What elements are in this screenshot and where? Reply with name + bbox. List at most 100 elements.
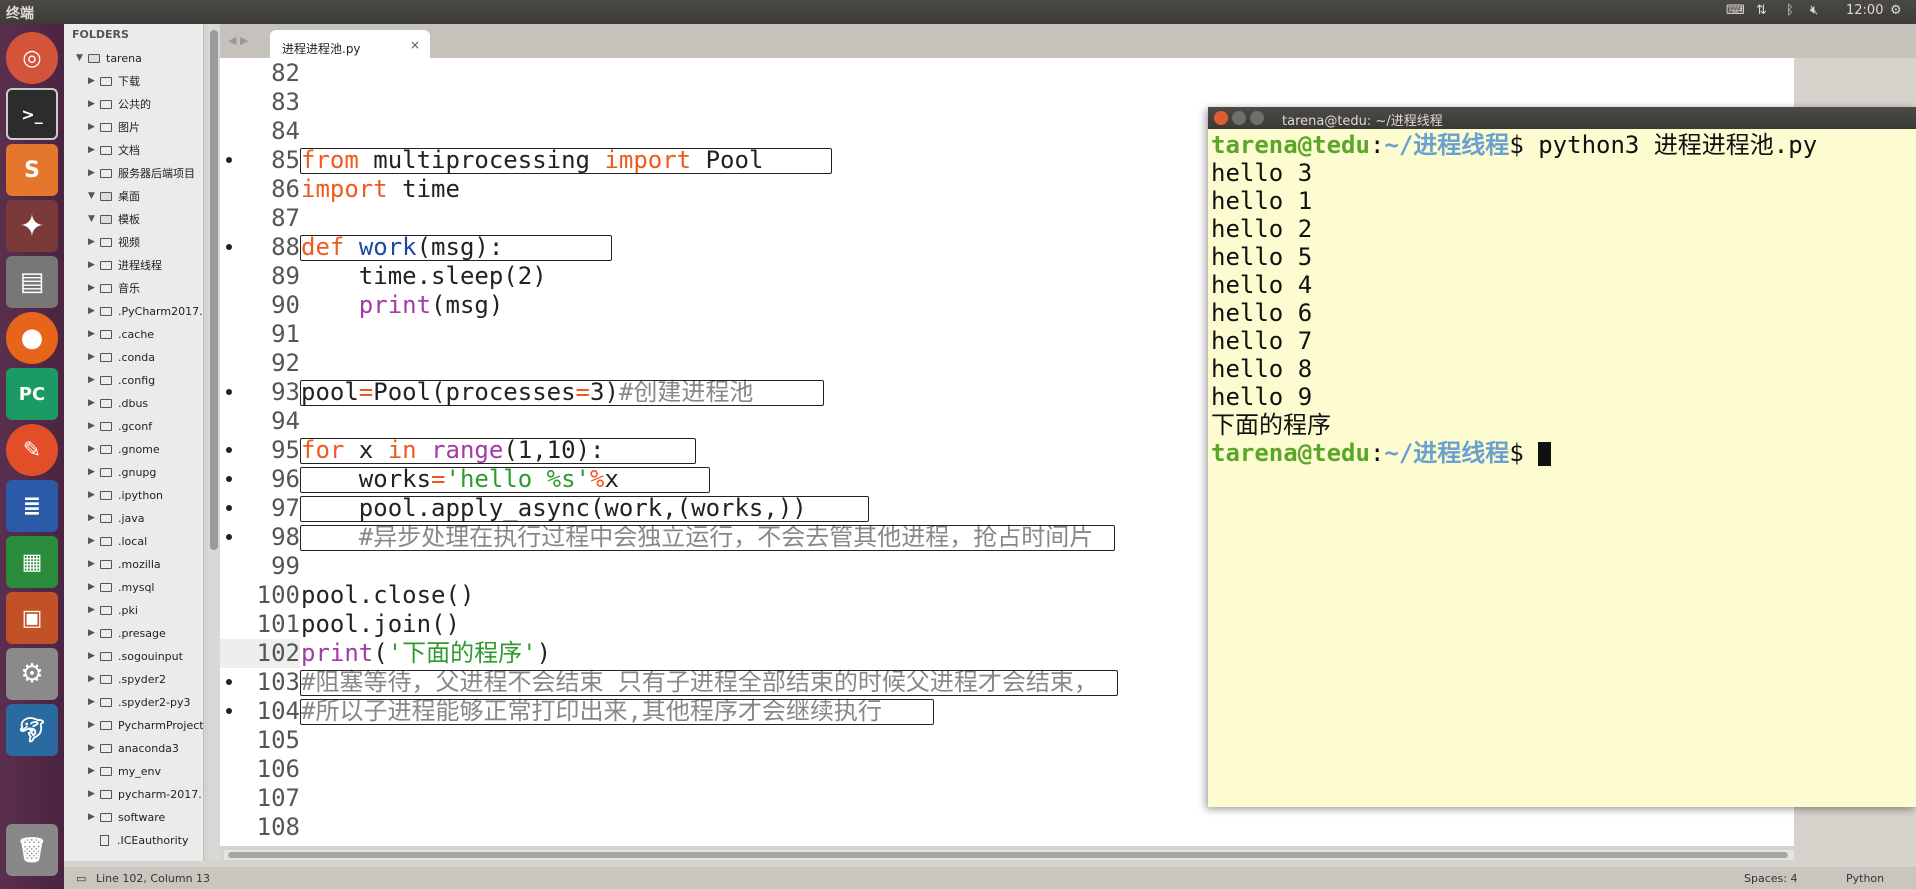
sidebar-item[interactable]: ▶ .mysql bbox=[88, 576, 155, 598]
gear-icon[interactable]: ⚙ bbox=[1890, 3, 1902, 18]
chevron-right-icon[interactable]: ▶ bbox=[88, 375, 100, 385]
sidebar-item[interactable]: ▶ 文档 bbox=[88, 139, 140, 161]
maximize-window-icon[interactable] bbox=[1250, 111, 1264, 125]
code-line[interactable]: import time bbox=[301, 175, 460, 204]
chevron-right-icon[interactable]: ▶ bbox=[88, 122, 100, 132]
sidebar-item[interactable]: ▶ .gnupg bbox=[88, 461, 156, 483]
chevron-right-icon[interactable]: ▶ bbox=[88, 145, 100, 155]
terminal-icon[interactable]: >_ bbox=[6, 88, 58, 140]
sidebar-item[interactable]: .ICEauthority bbox=[88, 829, 189, 851]
chevron-right-icon[interactable]: ▶ bbox=[88, 76, 100, 86]
close-icon[interactable]: × bbox=[410, 38, 420, 52]
sidebar-item[interactable]: ▶ anaconda3 bbox=[88, 737, 179, 759]
chevron-right-icon[interactable]: ▶ bbox=[88, 490, 100, 500]
chevron-right-icon[interactable]: ▶ bbox=[88, 513, 100, 523]
sidebar-item[interactable]: ▶ .spyder2 bbox=[88, 668, 166, 690]
sidebar-item[interactable]: ▶ .mozilla bbox=[88, 553, 161, 575]
sublime-icon[interactable]: S bbox=[6, 144, 58, 196]
sidebar-item[interactable]: ▶ 视频 bbox=[88, 231, 140, 253]
chevron-right-icon[interactable]: ▶ bbox=[88, 605, 100, 615]
postman-icon[interactable]: ✎ bbox=[6, 424, 58, 476]
chevron-right-icon[interactable]: ▶ bbox=[88, 283, 100, 293]
sidebar-scrollbar[interactable] bbox=[208, 24, 220, 861]
pycharm-icon[interactable]: PC bbox=[6, 368, 58, 420]
chevron-right-icon[interactable]: ▶ bbox=[88, 467, 100, 477]
sidebar-item[interactable]: ▶ .sogouinput bbox=[88, 645, 183, 667]
chevron-right-icon[interactable]: ▶ bbox=[88, 237, 100, 247]
dash-icon[interactable]: ◎ bbox=[6, 32, 58, 84]
sidebar-item[interactable]: ▶ .config bbox=[88, 369, 155, 391]
sidebar-item[interactable]: ▶ .pki bbox=[88, 599, 138, 621]
chevron-right-icon[interactable]: ▶ bbox=[88, 766, 100, 776]
chevron-right-icon[interactable]: ▶ bbox=[88, 674, 100, 684]
code-line[interactable]: print('下面的程序') bbox=[301, 639, 551, 668]
sidebar-item[interactable]: ▶ software bbox=[88, 806, 165, 828]
horizontal-scrollbar[interactable] bbox=[224, 850, 1794, 860]
chevron-right-icon[interactable]: ▶ bbox=[88, 168, 100, 178]
chevron-right-icon[interactable]: ▶ bbox=[88, 306, 100, 316]
chevron-down-icon[interactable]: ▼ bbox=[88, 214, 100, 224]
sidebar-item[interactable]: ▶ .spyder2-py3 bbox=[88, 691, 190, 713]
sidebar-item[interactable]: ▶ pycharm-2017.1 bbox=[88, 783, 203, 805]
bluetooth-icon[interactable]: ᛒ bbox=[1786, 3, 1794, 18]
chevron-right-icon[interactable]: ▶ bbox=[88, 260, 100, 270]
chevron-right-icon[interactable]: ▶ bbox=[88, 329, 100, 339]
code-line[interactable]: pool.close() bbox=[301, 581, 474, 610]
panel-icon[interactable]: ▭ bbox=[76, 872, 86, 885]
sidebar-item[interactable]: ▶ .conda bbox=[88, 346, 155, 368]
indentation-setting[interactable]: Spaces: 4 bbox=[1744, 872, 1797, 885]
chevron-right-icon[interactable]: ▶ bbox=[88, 352, 100, 362]
chevron-right-icon[interactable]: ▶ bbox=[88, 812, 100, 822]
chevron-right-icon[interactable]: ▶ bbox=[88, 628, 100, 638]
syntax-setting[interactable]: Python bbox=[1846, 872, 1884, 885]
code-line[interactable]: print(msg) bbox=[301, 291, 504, 320]
minimize-window-icon[interactable] bbox=[1232, 111, 1246, 125]
sidebar-item[interactable]: ▼ 桌面 bbox=[88, 185, 140, 207]
chevron-right-icon[interactable]: ▶ bbox=[88, 720, 100, 730]
sidebar-item[interactable]: ▶ my_env bbox=[88, 760, 161, 782]
sidebar-item[interactable]: ▶ .PyCharm2017.1 bbox=[88, 300, 203, 322]
impress-icon[interactable]: ▣ bbox=[6, 592, 58, 644]
chevron-right-icon[interactable]: ▶ bbox=[88, 651, 100, 661]
sidebar-item[interactable]: ▶ 图片 bbox=[88, 116, 140, 138]
mysql-icon[interactable]: 🐬︎ bbox=[6, 704, 58, 756]
sidebar-item[interactable]: ▶ PycharmProjects bbox=[88, 714, 203, 736]
calc-icon[interactable]: ▦ bbox=[6, 536, 58, 588]
sidebar-item[interactable]: ▶ .local bbox=[88, 530, 147, 552]
trash-icon[interactable]: 🗑︎ bbox=[6, 824, 58, 876]
folder-root[interactable]: ▼ tarena bbox=[76, 47, 142, 69]
chevron-right-icon[interactable]: ▶ bbox=[88, 743, 100, 753]
sidebar-item[interactable]: ▶ .cache bbox=[88, 323, 154, 345]
chevron-right-icon[interactable]: ▶ bbox=[88, 697, 100, 707]
tab-file[interactable]: 进程进程池.py × bbox=[270, 30, 430, 58]
files-icon[interactable]: ▤ bbox=[6, 256, 58, 308]
sidebar-item[interactable]: ▶ 服务器后端项目 bbox=[88, 162, 195, 184]
sidebar-item[interactable]: ▶ .presage bbox=[88, 622, 166, 644]
chevron-right-icon[interactable]: ▶ bbox=[88, 582, 100, 592]
sidebar-item[interactable]: ▶ .gnome bbox=[88, 438, 160, 460]
firefox-icon[interactable]: ● bbox=[6, 312, 58, 364]
sidebar-item[interactable]: ▶ 公共的 bbox=[88, 93, 151, 115]
chevron-right-icon[interactable]: ▶ bbox=[88, 444, 100, 454]
terminal-window[interactable]: tarena@tedu: ~/进程线程 tarena@tedu:~/进程线程$ … bbox=[1208, 107, 1916, 807]
sidebar-item[interactable]: ▶ 音乐 bbox=[88, 277, 140, 299]
volume-icon[interactable]: 🔇︎ bbox=[1810, 3, 1818, 18]
sidebar-item[interactable]: ▼ 模板 bbox=[88, 208, 140, 230]
clock[interactable]: 12:00 bbox=[1846, 3, 1883, 18]
close-window-icon[interactable] bbox=[1214, 111, 1228, 125]
chevron-right-icon[interactable]: ▶ bbox=[88, 99, 100, 109]
chevron-down-icon[interactable]: ▼ bbox=[88, 191, 100, 201]
code-line[interactable]: time.sleep(2) bbox=[301, 262, 547, 291]
chevron-right-icon[interactable]: ▶ bbox=[88, 421, 100, 431]
keyboard-icon[interactable]: ⌨ bbox=[1726, 3, 1745, 18]
writer-icon[interactable]: ≣ bbox=[6, 480, 58, 532]
chevron-right-icon[interactable]: ▶ bbox=[88, 536, 100, 546]
chevron-right-icon[interactable]: ▶ bbox=[88, 559, 100, 569]
network-icon[interactable]: ⇅ bbox=[1756, 3, 1767, 18]
tab-nav-arrows[interactable]: ◀ ▶ bbox=[228, 34, 248, 47]
sidebar-item[interactable]: ▶ 进程线程 bbox=[88, 254, 162, 276]
settings-icon[interactable]: ⚙ bbox=[6, 648, 58, 700]
chevron-right-icon[interactable]: ▶ bbox=[88, 398, 100, 408]
network-tool-icon[interactable]: ✦ bbox=[6, 200, 58, 252]
sidebar-item[interactable]: ▶ .gconf bbox=[88, 415, 152, 437]
